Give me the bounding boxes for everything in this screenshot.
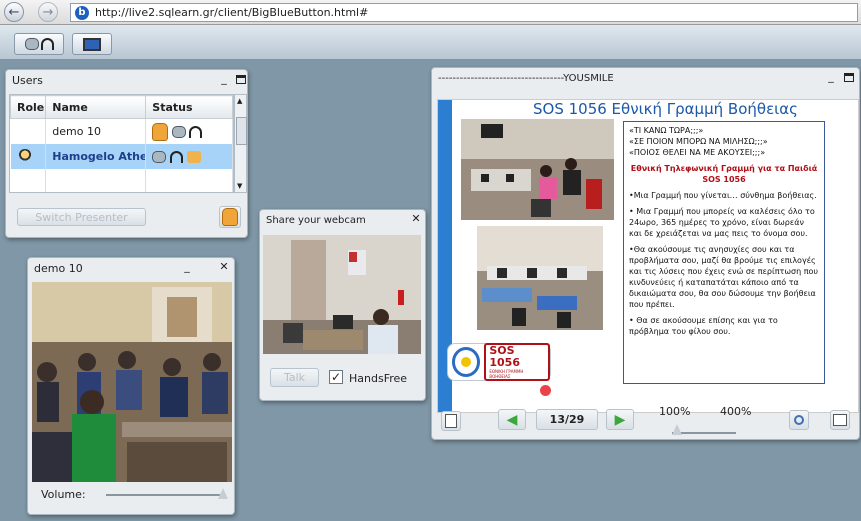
- close-icon[interactable]: ✕: [410, 213, 422, 225]
- role-cell: [10, 118, 47, 144]
- slide-paragraph: •Μια Γραμμή που γίνεται… σύνθημα βοήθεια…: [629, 191, 817, 200]
- slide-paragraph: • Θα σε ακούσουμε επίσης και για το πρόβ…: [629, 316, 778, 336]
- previous-slide-button[interactable]: ◀: [498, 409, 526, 430]
- volume-slider-track[interactable]: [106, 494, 226, 496]
- zoom-min-label: 100%: [659, 405, 691, 418]
- magnifier-icon: [794, 415, 804, 425]
- webcam-preview: [263, 235, 421, 354]
- status-cell: [145, 118, 233, 144]
- presentation-window: -----------------------------------YOUSM…: [431, 67, 860, 440]
- minimize-icon[interactable]: _: [181, 261, 193, 273]
- presentation-title: -----------------------------------YOUSM…: [438, 72, 614, 84]
- presentation-slide: SOS 1056 Εθνική Γραμμή Βοήθειας «ΤΙ ΚΑΝΩ…: [437, 99, 859, 413]
- scroll-up-icon[interactable]: ▲: [237, 97, 242, 105]
- slide-red-title: Εθνική Τηλεφωνική Γραμμή για τα Παιδιά S…: [630, 164, 818, 184]
- volume-slider-thumb[interactable]: [218, 488, 228, 499]
- webcam-preview-image: [263, 235, 421, 354]
- right-arrow-icon: ▶: [614, 411, 626, 428]
- browser-toolbar: ← → b http://live2.sqlearn.gr/client/Big…: [0, 0, 861, 25]
- users-table: Role Name Status demo 10 Hamogelo Athens: [10, 95, 233, 192]
- close-icon[interactable]: ✕: [218, 261, 230, 273]
- slide-intro-line: «ΤΙ ΚΑΝΩ ΤΩΡΑ;;;»: [629, 126, 704, 135]
- maximize-icon[interactable]: [236, 75, 246, 84]
- table-row[interactable]: Hamogelo Athens: [10, 144, 233, 169]
- user-name: Hamogelo Athens: [45, 144, 147, 169]
- share-webcam-button[interactable]: [14, 33, 64, 55]
- users-table-area: Role Name Status demo 10 Hamogelo Athens: [9, 94, 234, 193]
- scroll-down-icon[interactable]: ▼: [237, 182, 242, 190]
- call-center-photo-1: [461, 119, 614, 220]
- back-arrow-icon[interactable]: ←: [4, 2, 24, 22]
- pointer-dot: [540, 385, 551, 396]
- slide-text-box: «ΤΙ ΚΑΝΩ ΤΩΡΑ;;;» «ΣΕ ΠΟΙΟΝ ΜΠΟΡΩ ΝΑ ΜΙΛ…: [623, 121, 825, 384]
- classroom-video-image: [32, 282, 232, 482]
- slide-intro-line: «ΠΟΙΟΣ ΘΕΛΕΙ ΝΑ ΜΕ ΑΚΟΥΣΕΙ;;;»: [629, 148, 766, 157]
- users-window-title: Users: [12, 73, 43, 87]
- user-name: demo 10: [45, 118, 147, 144]
- scroll-thumb[interactable]: [236, 117, 247, 145]
- fit-to-width-button[interactable]: [830, 410, 850, 430]
- next-slide-button[interactable]: ▶: [606, 409, 634, 430]
- talk-button[interactable]: Talk: [270, 368, 319, 387]
- column-header-name[interactable]: Name: [45, 95, 147, 119]
- webcam-icon: [171, 125, 186, 138]
- video-window-title: demo 10: [34, 261, 83, 275]
- webcam-icon: [152, 151, 167, 163]
- zoom-max-label: 400%: [720, 405, 752, 418]
- video-feed: [32, 282, 232, 482]
- call-center-photo-2: [477, 226, 603, 330]
- raised-hand-icon: [152, 122, 169, 141]
- app-toolbar: [0, 25, 861, 60]
- handsfree-checkbox[interactable]: ✓: [329, 370, 343, 384]
- upload-icon: [445, 414, 457, 428]
- slide-intro-line: «ΣΕ ΠΟΙΟΝ ΜΠΟΡΩ ΝΑ ΜΙΛΗΣΩ;;;»: [629, 137, 768, 146]
- share-desktop-button[interactable]: [72, 33, 112, 55]
- maximize-icon[interactable]: [844, 73, 854, 82]
- presenter-icon: [16, 148, 33, 165]
- desktop-icon: [83, 37, 101, 51]
- handsfree-label: HandsFree: [349, 372, 408, 385]
- fit-to-page-button[interactable]: [789, 410, 809, 430]
- headset-icon: [189, 125, 203, 138]
- share-webcam-window: Share your webcam ✕ Talk ✓ HandsFree: [259, 209, 426, 401]
- column-header-role[interactable]: Role: [10, 95, 47, 119]
- sos-logo-subtext: ΕΘΝΙΚΗ ΓΡΑΜΜΗ ΒΟΗΘΕΙΑΣ: [489, 369, 524, 379]
- presentation-icon: [186, 151, 201, 163]
- url-text: http://live2.sqlearn.gr/client/BigBlueBu…: [95, 6, 369, 19]
- users-window: Users _ Role Name Status demo 10 Hamogel…: [5, 69, 248, 238]
- address-bar[interactable]: b http://live2.sqlearn.gr/client/BigBlue…: [70, 3, 858, 22]
- forward-arrow-icon[interactable]: →: [38, 2, 58, 22]
- status-cell: [145, 144, 233, 169]
- video-window: demo 10 _ ✕ Volume:: [27, 257, 235, 515]
- share-webcam-title: Share your webcam: [266, 214, 366, 226]
- slide-heading: SOS 1056 Εθνική Γραμμή Βοήθειας: [533, 100, 798, 118]
- minimize-icon[interactable]: _: [825, 71, 837, 83]
- raise-hand-icon: [222, 208, 238, 226]
- sos-logo-text: SOS 1056: [489, 344, 520, 369]
- volume-label: Volume:: [41, 488, 86, 501]
- smile-logo-icon: [452, 347, 481, 377]
- slide-paragraph: • Μια Γραμμή που μπορείς να καλέσεις όλο…: [629, 207, 815, 238]
- page-indicator-button[interactable]: 13/29: [536, 409, 598, 430]
- upload-button[interactable]: [441, 411, 461, 431]
- switch-presenter-button[interactable]: Switch Presenter: [17, 208, 146, 226]
- minimize-icon[interactable]: _: [218, 73, 230, 85]
- headset-icon: [170, 151, 184, 163]
- headset-icon: [40, 38, 54, 50]
- zoom-slider-thumb[interactable]: [672, 424, 682, 435]
- table-row: [10, 169, 233, 192]
- slide-paragraph: •Θα ακούσουμε τις ανησυχίες σου και τα π…: [629, 245, 819, 309]
- sos-logo: SOS 1056 ΕΘΝΙΚΗ ΓΡΑΜΜΗ ΒΟΗΘΕΙΑΣ: [447, 343, 551, 381]
- raise-hand-button[interactable]: [219, 206, 241, 228]
- site-favicon-icon: b: [75, 5, 89, 20]
- column-header-status[interactable]: Status: [145, 95, 233, 119]
- webcam-icon: [24, 38, 39, 50]
- role-cell: [10, 144, 47, 169]
- fit-width-icon: [833, 414, 847, 426]
- left-arrow-icon: ◀: [506, 411, 518, 428]
- table-row[interactable]: demo 10: [10, 118, 233, 144]
- users-scrollbar[interactable]: ▲ ▼: [234, 94, 247, 193]
